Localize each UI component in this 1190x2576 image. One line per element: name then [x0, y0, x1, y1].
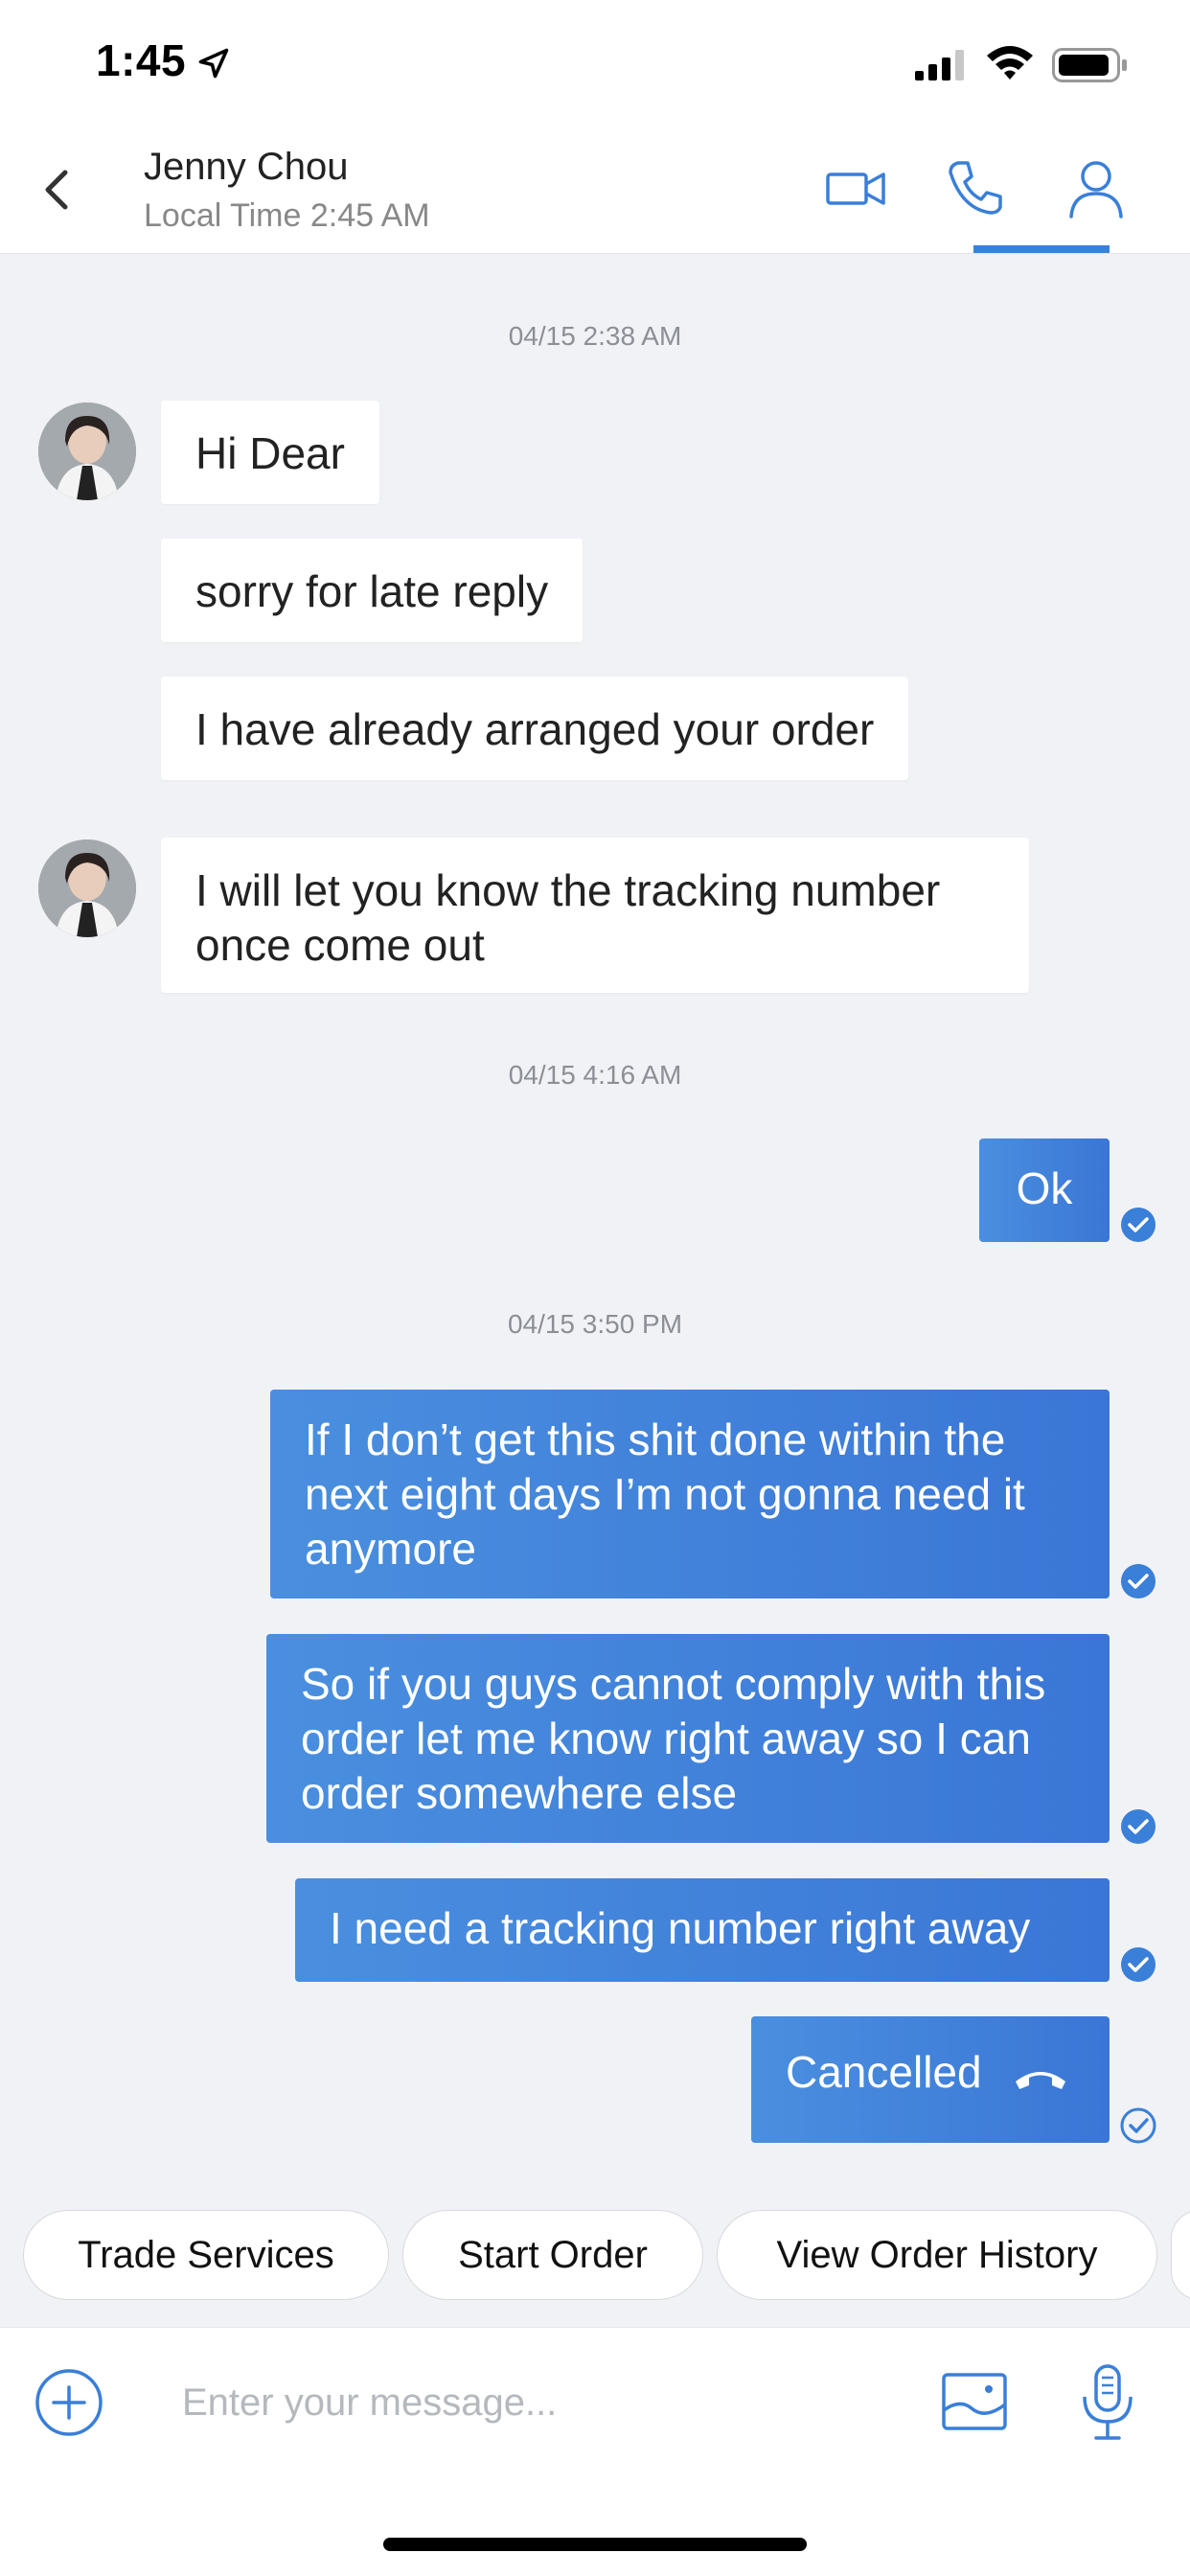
home-indicator[interactable]	[383, 2538, 807, 2551]
call-status-label: Cancelled	[786, 2047, 982, 2097]
incoming-message: I have already arranged your order	[161, 677, 909, 780]
quick-reply-more[interactable]	[1171, 2210, 1190, 2300]
wifi-icon	[987, 46, 1033, 80]
previous-message-edge	[973, 245, 1110, 253]
incoming-message: sorry for late reply	[161, 539, 584, 642]
message-composer	[0, 2327, 1190, 2478]
video-call-icon[interactable]	[822, 153, 891, 222]
add-attachment-icon[interactable]	[34, 2368, 103, 2437]
incoming-message: I will let you know the tracking number …	[161, 838, 1029, 993]
bottom-safe-area	[0, 2477, 1190, 2576]
avatar[interactable]	[38, 840, 136, 937]
cellular-signal-icon	[915, 50, 964, 80]
location-arrow-icon	[198, 48, 229, 79]
avatar-image	[38, 402, 136, 500]
outgoing-message: So if you guys cannot comply with this o…	[266, 1634, 1110, 1843]
contact-name[interactable]: Jenny Chou	[144, 146, 348, 189]
quick-reply-trade-services[interactable]: Trade Services	[23, 2210, 389, 2300]
status-bar: 1:45	[0, 0, 1190, 126]
avatar[interactable]	[38, 402, 136, 500]
avatar-image	[38, 840, 136, 937]
contact-local-time: Local Time 2:45 AM	[144, 197, 430, 234]
read-check-icon	[1121, 1564, 1156, 1598]
quick-reply-start-order[interactable]: Start Order	[402, 2210, 703, 2300]
read-check-icon	[1120, 2107, 1156, 2144]
outgoing-message: I need a tracking number right away	[295, 1878, 1110, 1982]
profile-icon[interactable]	[1062, 153, 1131, 222]
hang-up-icon	[1016, 2072, 1065, 2089]
battery-icon	[1052, 48, 1127, 82]
back-chevron-icon[interactable]	[29, 161, 86, 218]
outgoing-message: Ok	[979, 1138, 1110, 1242]
timestamp: 04/15 3:50 PM	[507, 1309, 683, 1339]
phone-icon[interactable]	[941, 153, 1010, 222]
cancelled-call-message: Cancelled	[751, 2016, 1110, 2143]
incoming-message: Hi Dear	[161, 401, 379, 504]
message-input[interactable]	[182, 2366, 881, 2439]
image-picker-icon[interactable]	[941, 2370, 1008, 2433]
timestamp: 04/15 4:16 AM	[508, 1060, 682, 1090]
quick-reply-view-order-history[interactable]: View Order History	[717, 2210, 1157, 2300]
status-time: 1:45	[96, 35, 187, 85]
quick-reply-bar: Trade Services Start Order View Order Hi…	[0, 2204, 1190, 2327]
read-check-icon	[1121, 1208, 1156, 1242]
outgoing-message: If I don’t get this shit done within the…	[270, 1390, 1110, 1598]
timestamp: 04/15 2:38 AM	[508, 321, 682, 351]
read-check-icon	[1121, 1809, 1156, 1844]
read-check-icon	[1121, 1947, 1156, 1982]
microphone-icon[interactable]	[1077, 2362, 1138, 2443]
chat-header: Jenny Chou Local Time 2:45 AM	[0, 126, 1190, 254]
